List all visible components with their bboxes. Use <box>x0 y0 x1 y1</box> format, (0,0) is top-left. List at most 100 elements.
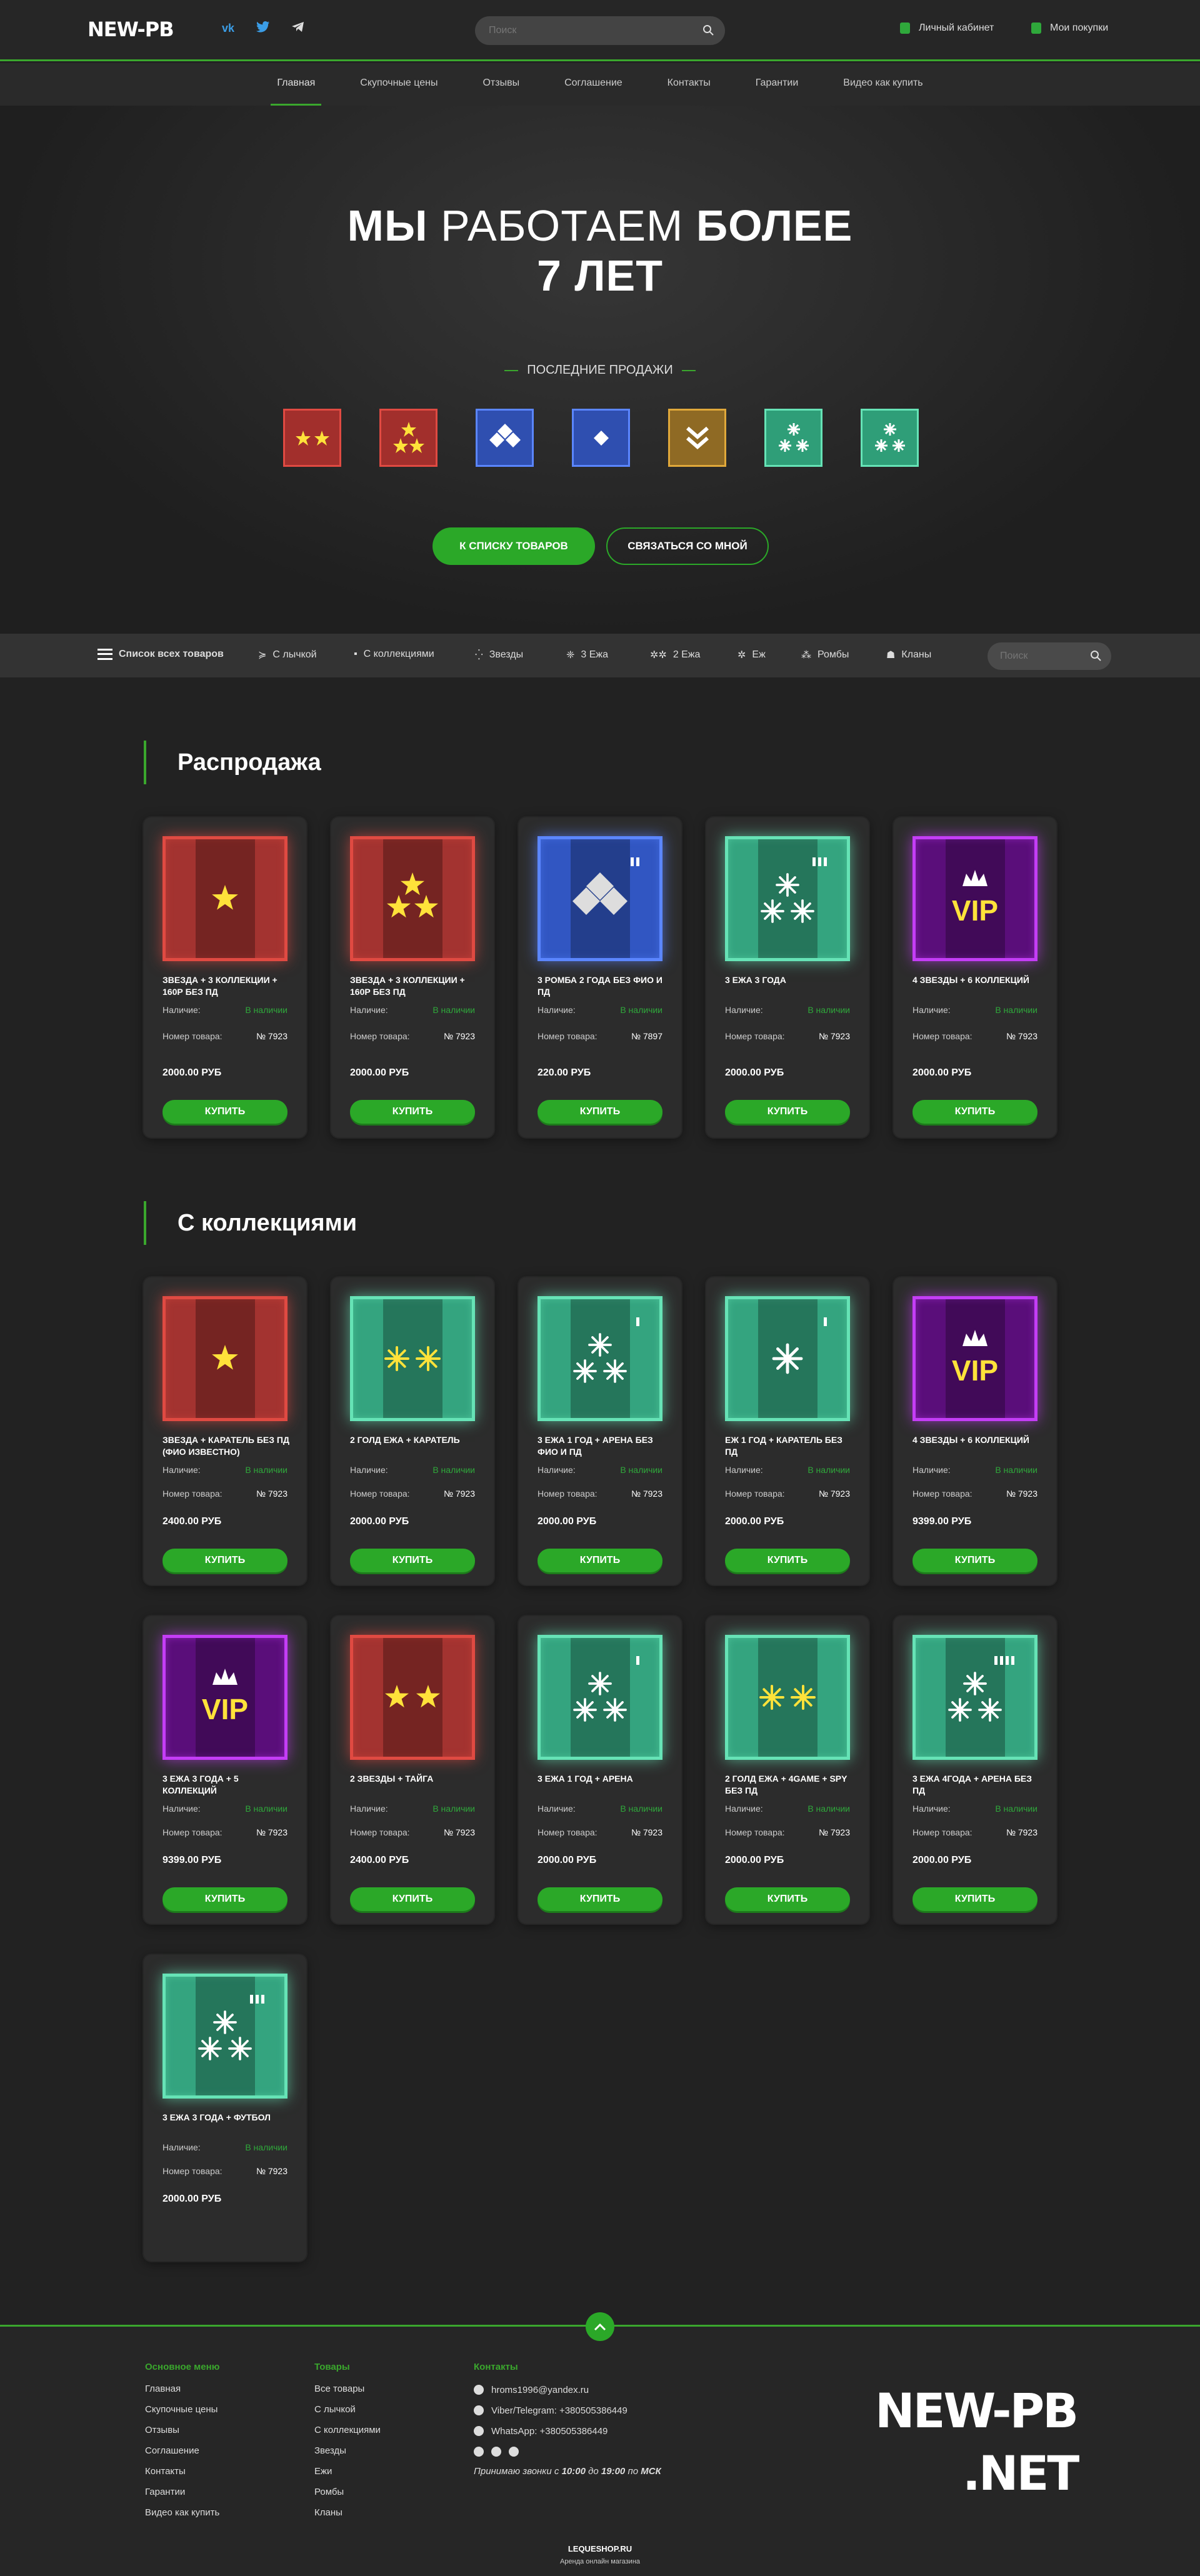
footer-link[interactable]: Ромбы <box>314 2487 381 2499</box>
product-name[interactable]: 3 ЕЖА 1 ГОД + АРЕНА <box>538 1773 666 1785</box>
footer-link[interactable]: Главная <box>145 2384 220 2396</box>
product-card[interactable]: ЗВЕЗДА + 3 КОЛЛЕКЦИИ + 160Р БЕЗ ПД Наличи… <box>144 817 306 1137</box>
product-name[interactable]: 2 ГОЛД ЕЖА + КАРАТЕЛЬ <box>350 1434 478 1446</box>
telegram-icon[interactable] <box>290 21 306 35</box>
search-icon[interactable] <box>702 24 714 36</box>
category-item[interactable]: ☗ Кланы <box>886 649 931 661</box>
footer-link[interactable]: Видео как купить <box>145 2507 220 2520</box>
product-name[interactable]: 4 ЗВЕЗДЫ + 6 КОЛЛЕКЦИЙ <box>912 974 1041 986</box>
product-image[interactable]: VIP <box>912 836 1038 961</box>
footer-link[interactable]: С лычкой <box>314 2404 381 2417</box>
product-image[interactable] <box>162 1974 288 2099</box>
scroll-top-button[interactable] <box>586 2312 614 2341</box>
all-products-menu[interactable]: Список всех товаров <box>98 649 224 660</box>
product-card[interactable]: 3 ЕЖА 3 ГОДА Наличие: В наличии Номер товар… <box>706 817 869 1137</box>
product-card[interactable]: 3 РОМБА 2 ГОДА БЕЗ ФИО И ПД Наличие: В нал… <box>519 817 681 1137</box>
vk-icon[interactable] <box>509 2447 519 2457</box>
rank-badge[interactable] <box>283 409 341 467</box>
product-name[interactable]: ЗВЕЗДА + 3 КОЛЛЕКЦИИ + 160Р БЕЗ ПД <box>350 974 478 998</box>
category-item[interactable]: ✲ Еж <box>738 649 766 661</box>
product-card[interactable]: ЕЖ 1 ГОД + КАРАТЕЛЬ БЕЗ ПД Наличие: В нали… <box>706 1277 869 1585</box>
product-card[interactable]: 3 ЕЖА 1 ГОД + АРЕНА Наличие: В наличии Номе… <box>519 1616 681 1924</box>
category-item[interactable]: ⁂ Ромбы <box>801 649 849 661</box>
product-card[interactable]: VIP 3 ЕЖА 3 ГОДА + 5 КОЛЛЕКЦИЙ Наличие: В н… <box>144 1616 306 1924</box>
product-card[interactable]: ЗВЕЗДА + 3 КОЛЛЕКЦИИ + 160Р БЕЗ ПД Наличи… <box>331 817 494 1137</box>
product-card[interactable]: 2 ГОЛД ЕЖА + КАРАТЕЛЬ Наличие: В наличии Но… <box>331 1277 494 1585</box>
contact-button[interactable]: СВЯЗАТЬСЯ СО МНОЙ <box>606 527 769 565</box>
buy-button[interactable]: КУПИТЬ <box>725 1100 850 1124</box>
rank-badge[interactable] <box>861 409 919 467</box>
product-image[interactable] <box>725 1635 850 1760</box>
footer-link[interactable]: Звезды <box>314 2445 381 2458</box>
purchases-link[interactable]: Мои покупки <box>1031 22 1108 34</box>
category-item[interactable]: ▪ С коллекциями <box>354 649 434 660</box>
nav-prices[interactable]: Скупочные цены <box>354 63 444 106</box>
product-card[interactable]: 3 ЕЖА 3 ГОДА + ФУТБОЛ Наличие: В наличии Но… <box>144 1955 306 2261</box>
buy-button[interactable]: КУПИТЬ <box>350 1887 475 1911</box>
product-image[interactable] <box>162 1296 288 1421</box>
search-icon[interactable] <box>1090 650 1101 661</box>
nav-guarantees[interactable]: Гарантии <box>749 63 805 106</box>
rank-badge[interactable] <box>379 409 438 467</box>
nav-agreement[interactable]: Соглашение <box>558 63 629 106</box>
buy-button[interactable]: КУПИТЬ <box>538 1549 662 1572</box>
nav-video[interactable]: Видео как купить <box>837 63 929 106</box>
product-image[interactable] <box>538 836 662 961</box>
buy-button[interactable]: КУПИТЬ <box>912 1887 1038 1911</box>
catalog-button[interactable]: К СПИСКУ ТОВАРОВ <box>432 527 595 565</box>
product-name[interactable]: 3 ЕЖА 1 ГОД + АРЕНА БЕЗ ФИО И ПД <box>538 1434 666 1458</box>
buy-button[interactable]: КУПИТЬ <box>162 1549 288 1572</box>
footer-link[interactable]: Гарантии <box>145 2487 220 2499</box>
buy-button[interactable]: КУПИТЬ <box>912 1549 1038 1572</box>
product-image[interactable]: VIP <box>912 1296 1038 1421</box>
buy-button[interactable]: КУПИТЬ <box>162 1100 288 1124</box>
vk-icon[interactable]: vk <box>220 21 236 35</box>
lequeshop-logo[interactable]: LEQUESHOP.RU <box>0 2544 1200 2554</box>
product-image[interactable] <box>162 836 288 961</box>
buy-button[interactable]: КУПИТЬ <box>538 1100 662 1124</box>
nav-contacts[interactable]: Контакты <box>661 63 717 106</box>
product-image[interactable] <box>538 1296 662 1421</box>
category-item[interactable]: ✲✲ 2 Ежа <box>650 649 700 661</box>
product-name[interactable]: ЗВЕЗДА + КАРАТЕЛЬ БЕЗ ПД (ФИО ИЗВЕСТНО) <box>162 1434 291 1458</box>
product-name[interactable]: 4 ЗВЕЗДЫ + 6 КОЛЛЕКЦИЙ <box>912 1434 1041 1446</box>
product-name[interactable]: 2 ЗВЕЗДЫ + ТАЙГА <box>350 1773 478 1785</box>
product-name[interactable]: 3 ЕЖА 3 ГОДА + 5 КОЛЛЕКЦИЙ <box>162 1773 291 1797</box>
buy-button[interactable]: КУПИТЬ <box>725 1887 850 1911</box>
buy-button[interactable]: КУПИТЬ <box>162 1887 288 1911</box>
product-card[interactable]: 2 ГОЛД ЕЖА + 4GAME + SPY БЕЗ ПД Наличие: В… <box>706 1616 869 1924</box>
rank-badge[interactable] <box>668 409 726 467</box>
product-card[interactable]: ЗВЕЗДА + КАРАТЕЛЬ БЕЗ ПД (ФИО ИЗВЕСТНО) Н… <box>144 1277 306 1585</box>
product-name[interactable]: 3 ЕЖА 3 ГОДА <box>725 974 853 986</box>
nav-home[interactable]: Главная <box>271 63 322 106</box>
product-image[interactable] <box>725 1296 850 1421</box>
footer-link[interactable]: Контакты <box>145 2466 220 2479</box>
buy-button[interactable]: КУПИТЬ <box>912 1100 1038 1124</box>
product-image[interactable] <box>538 1635 662 1760</box>
product-image[interactable] <box>350 1635 475 1760</box>
viber-contact[interactable]: Viber/Telegram: +380505386449 <box>474 2404 661 2417</box>
whatsapp-contact[interactable]: WhatsApp: +380505386449 <box>474 2425 661 2437</box>
product-image[interactable] <box>350 836 475 961</box>
footer-link[interactable]: Все товары <box>314 2384 381 2396</box>
footer-link[interactable]: Скупочные цены <box>145 2404 220 2417</box>
product-card[interactable]: VIP 4 ЗВЕЗДЫ + 6 КОЛЛЕКЦИЙ Наличие: В налич… <box>894 1277 1056 1585</box>
product-card[interactable]: 2 ЗВЕЗДЫ + ТАЙГА Наличие: В наличии Номер т… <box>331 1616 494 1924</box>
footer-link[interactable]: Соглашение <box>145 2445 220 2458</box>
product-card[interactable]: VIP 4 ЗВЕЗДЫ + 6 КОЛЛЕКЦИЙ Наличие: В налич… <box>894 817 1056 1137</box>
nav-reviews[interactable]: Отзывы <box>476 63 526 106</box>
product-image[interactable] <box>350 1296 475 1421</box>
search-input[interactable] <box>475 16 725 45</box>
buy-button[interactable]: КУПИТЬ <box>538 1887 662 1911</box>
footer-link[interactable]: Отзывы <box>145 2425 220 2437</box>
site-logo[interactable]: NEW-PB <box>88 17 174 41</box>
product-name[interactable]: 3 РОМБА 2 ГОДА БЕЗ ФИО И ПД <box>538 974 666 998</box>
skype-icon[interactable] <box>474 2447 484 2457</box>
product-name[interactable]: 2 ГОЛД ЕЖА + 4GAME + SPY БЕЗ ПД <box>725 1773 853 1797</box>
footer-link[interactable]: С коллекциями <box>314 2425 381 2437</box>
product-image[interactable]: VIP <box>162 1635 288 1760</box>
buy-button[interactable]: КУПИТЬ <box>350 1549 475 1572</box>
product-name[interactable]: ЗВЕЗДА + 3 КОЛЛЕКЦИИ + 160Р БЕЗ ПД <box>162 974 291 998</box>
product-name[interactable]: 3 ЕЖА 3 ГОДА + ФУТБОЛ <box>162 2112 291 2124</box>
product-image[interactable] <box>725 836 850 961</box>
